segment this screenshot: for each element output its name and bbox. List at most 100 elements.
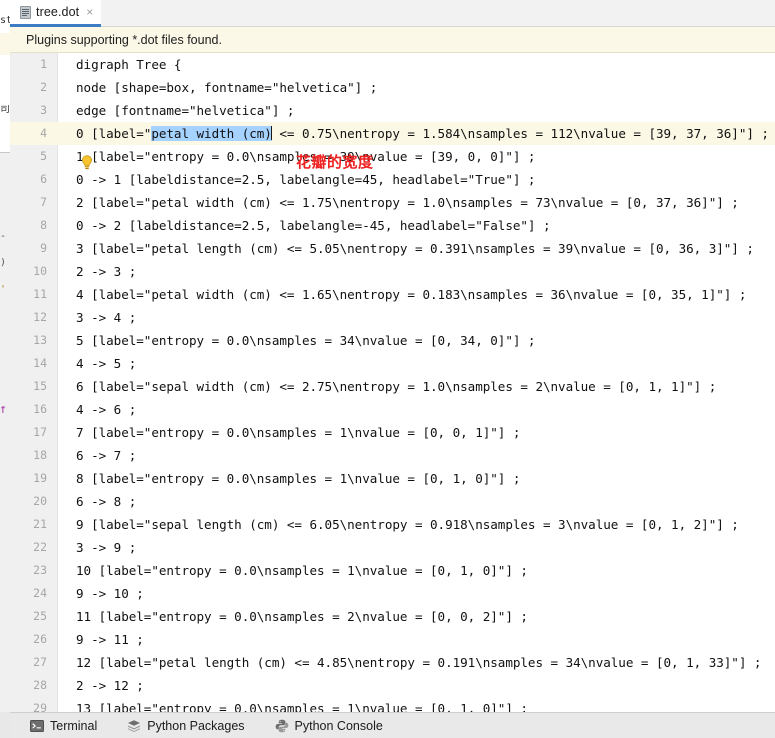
- code-row[interactable]: 40 [label="petal width (cm) <= 0.75\nent…: [10, 122, 775, 145]
- code-line-text[interactable]: 3 [label="petal length (cm) <= 5.05\nent…: [58, 237, 775, 260]
- line-number[interactable]: 17: [10, 421, 58, 444]
- code-row[interactable]: 1 digraph Tree {: [10, 53, 775, 76]
- close-icon[interactable]: ×: [84, 6, 93, 18]
- line-number[interactable]: 5: [10, 145, 58, 168]
- code-line-text[interactable]: 3 -> 4 ;: [58, 306, 775, 329]
- code-line-text[interactable]: 0 -> 1 [labeldistance=2.5, labelangle=45…: [58, 168, 775, 191]
- code-line-text[interactable]: node [shape=box, fontname="helvetica"] ;: [58, 76, 775, 99]
- code-line-text[interactable]: 9 -> 11 ;: [58, 628, 775, 651]
- line-number[interactable]: 27: [10, 651, 58, 674]
- lightbulb-icon[interactable]: [80, 155, 94, 171]
- line-number[interactable]: 13: [10, 329, 58, 352]
- code-line-text[interactable]: 6 -> 8 ;: [58, 490, 775, 513]
- code-row[interactable]: 72 [label="petal width (cm) <= 1.75\nent…: [10, 191, 775, 214]
- tab-tree-dot[interactable]: tree.dot ×: [10, 0, 102, 27]
- code-row[interactable]: 21 9 [label="sepal length (cm) <= 6.05\ne…: [10, 513, 775, 536]
- line-number[interactable]: 24: [10, 582, 58, 605]
- line-number[interactable]: 1: [10, 53, 58, 76]
- code-row[interactable]: 14 4 -> 5 ;: [10, 352, 775, 375]
- code-line-text[interactable]: edge [fontname="helvetica"] ;: [58, 99, 775, 122]
- line-number[interactable]: 18: [10, 444, 58, 467]
- python-icon: [275, 719, 289, 733]
- line-number[interactable]: 7: [10, 191, 58, 214]
- code-row[interactable]: 24 9 -> 10 ;: [10, 582, 775, 605]
- code-row[interactable]: 25 11 [label="entropy = 0.0\nsamples = 2\…: [10, 605, 775, 628]
- line-number[interactable]: 8: [10, 214, 58, 237]
- tool-button-terminal[interactable]: Terminal: [26, 717, 101, 735]
- code-row[interactable]: 51 [label="entropy = 0.0\nsamples = 39\n…: [10, 145, 775, 168]
- code-line-text[interactable]: 0 -> 2 [labeldistance=2.5, labelangle=-4…: [58, 214, 775, 237]
- code-row[interactable]: 23 10 [label="entropy = 0.0\nsamples = 1\…: [10, 559, 775, 582]
- code-row[interactable]: 2 node [shape=box, fontname="helvetica"] …: [10, 76, 775, 99]
- code-line-text[interactable]: 11 [label="entropy = 0.0\nsamples = 2\nv…: [58, 605, 775, 628]
- code-line-text[interactable]: 9 -> 10 ;: [58, 582, 775, 605]
- line-number[interactable]: 22: [10, 536, 58, 559]
- code-row[interactable]: 10 2 -> 3 ;: [10, 260, 775, 283]
- code-line-text[interactable]: 10 [label="entropy = 0.0\nsamples = 1\nv…: [58, 559, 775, 582]
- ide-window: st 司 - ) ' f tree.dot × Plugins supporti…: [0, 0, 775, 738]
- code-line-text[interactable]: 5 [label="entropy = 0.0\nsamples = 34\nv…: [58, 329, 775, 352]
- code-line-text[interactable]: 1 [label="entropy = 0.0\nsamples = 39\nv…: [58, 145, 775, 168]
- code-row[interactable]: 3 edge [fontname="helvetica"] ;: [10, 99, 775, 122]
- code-row[interactable]: 16 4 -> 6 ;: [10, 398, 775, 421]
- line-number[interactable]: 20: [10, 490, 58, 513]
- line-number[interactable]: 23: [10, 559, 58, 582]
- code-row[interactable]: 18 6 -> 7 ;: [10, 444, 775, 467]
- code-row[interactable]: 13 5 [label="entropy = 0.0\nsamples = 34\…: [10, 329, 775, 352]
- code-line-text[interactable]: 3 -> 9 ;: [58, 536, 775, 559]
- code-row[interactable]: 11 4 [label="petal width (cm) <= 1.65\nen…: [10, 283, 775, 306]
- code-line-text[interactable]: 4 [label="petal width (cm) <= 1.65\nentr…: [58, 283, 775, 306]
- line-number[interactable]: 25: [10, 605, 58, 628]
- code-line-text[interactable]: 0 [label="petal width (cm) <= 0.75\nentr…: [58, 122, 775, 145]
- code-row[interactable]: 15 6 [label="sepal width (cm) <= 2.75\nen…: [10, 375, 775, 398]
- code-row[interactable]: 28 2 -> 12 ;: [10, 674, 775, 697]
- code-line-text[interactable]: 13 [label="entropy = 0.0\nsamples = 1\nv…: [58, 697, 775, 712]
- dot-file-icon: [20, 5, 31, 19]
- code-row[interactable]: 26 9 -> 11 ;: [10, 628, 775, 651]
- code-line-text[interactable]: 4 -> 6 ;: [58, 398, 775, 421]
- code-row[interactable]: 20 6 -> 8 ;: [10, 490, 775, 513]
- code-line-text[interactable]: 2 -> 12 ;: [58, 674, 775, 697]
- code-row[interactable]: 29 13 [label="entropy = 0.0\nsamples = 1\…: [10, 697, 775, 712]
- line-number[interactable]: 19: [10, 467, 58, 490]
- code-row[interactable]: 22 3 -> 9 ;: [10, 536, 775, 559]
- line-number[interactable]: 6: [10, 168, 58, 191]
- line-number[interactable]: 16: [10, 398, 58, 421]
- line-number[interactable]: 9: [10, 237, 58, 260]
- code-line-text[interactable]: 9 [label="sepal length (cm) <= 6.05\nent…: [58, 513, 775, 536]
- code-editor[interactable]: 1 digraph Tree {2 node [shape=box, fontnam…: [10, 53, 775, 712]
- code-line-text[interactable]: 2 -> 3 ;: [58, 260, 775, 283]
- code-row[interactable]: 60 -> 1 [labeldistance=2.5, labelangle=4…: [10, 168, 775, 191]
- line-number[interactable]: 14: [10, 352, 58, 375]
- code-line-text[interactable]: 6 -> 7 ;: [58, 444, 775, 467]
- code-row[interactable]: 93 [label="petal length (cm) <= 5.05\nen…: [10, 237, 775, 260]
- plugin-notification-bar[interactable]: Plugins supporting *.dot files found.: [10, 27, 775, 53]
- line-number[interactable]: 11: [10, 283, 58, 306]
- line-number[interactable]: 28: [10, 674, 58, 697]
- code-row[interactable]: 80 -> 2 [labeldistance=2.5, labelangle=-…: [10, 214, 775, 237]
- code-line-text[interactable]: 12 [label="petal length (cm) <= 4.85\nen…: [58, 651, 775, 674]
- tool-button-python-packages[interactable]: Python Packages: [123, 717, 248, 735]
- code-line-text[interactable]: 7 [label="entropy = 0.0\nsamples = 1\nva…: [58, 421, 775, 444]
- code-row[interactable]: 17 7 [label="entropy = 0.0\nsamples = 1\n…: [10, 421, 775, 444]
- code-line-text[interactable]: 4 -> 5 ;: [58, 352, 775, 375]
- line-number[interactable]: 29: [10, 697, 58, 712]
- code-row[interactable]: 12 3 -> 4 ;: [10, 306, 775, 329]
- code-line-text[interactable]: 2 [label="petal width (cm) <= 1.75\nentr…: [58, 191, 775, 214]
- line-number[interactable]: 3: [10, 99, 58, 122]
- line-number[interactable]: 4: [10, 122, 58, 145]
- line-number[interactable]: 10: [10, 260, 58, 283]
- line-number[interactable]: 12: [10, 306, 58, 329]
- code-row[interactable]: 27 12 [label="petal length (cm) <= 4.85\n…: [10, 651, 775, 674]
- line-number[interactable]: 15: [10, 375, 58, 398]
- line-number[interactable]: 2: [10, 76, 58, 99]
- line-number[interactable]: 26: [10, 628, 58, 651]
- code-line-text[interactable]: 6 [label="sepal width (cm) <= 2.75\nentr…: [58, 375, 775, 398]
- code-line-text[interactable]: 8 [label="entropy = 0.0\nsamples = 1\nva…: [58, 467, 775, 490]
- code-row[interactable]: 19 8 [label="entropy = 0.0\nsamples = 1\n…: [10, 467, 775, 490]
- tool-button-python-console[interactable]: Python Console: [271, 717, 387, 735]
- code-line-text[interactable]: digraph Tree {: [58, 53, 775, 76]
- tool-label: Python Console: [294, 718, 383, 733]
- line-number[interactable]: 21: [10, 513, 58, 536]
- terminal-icon: [30, 719, 44, 733]
